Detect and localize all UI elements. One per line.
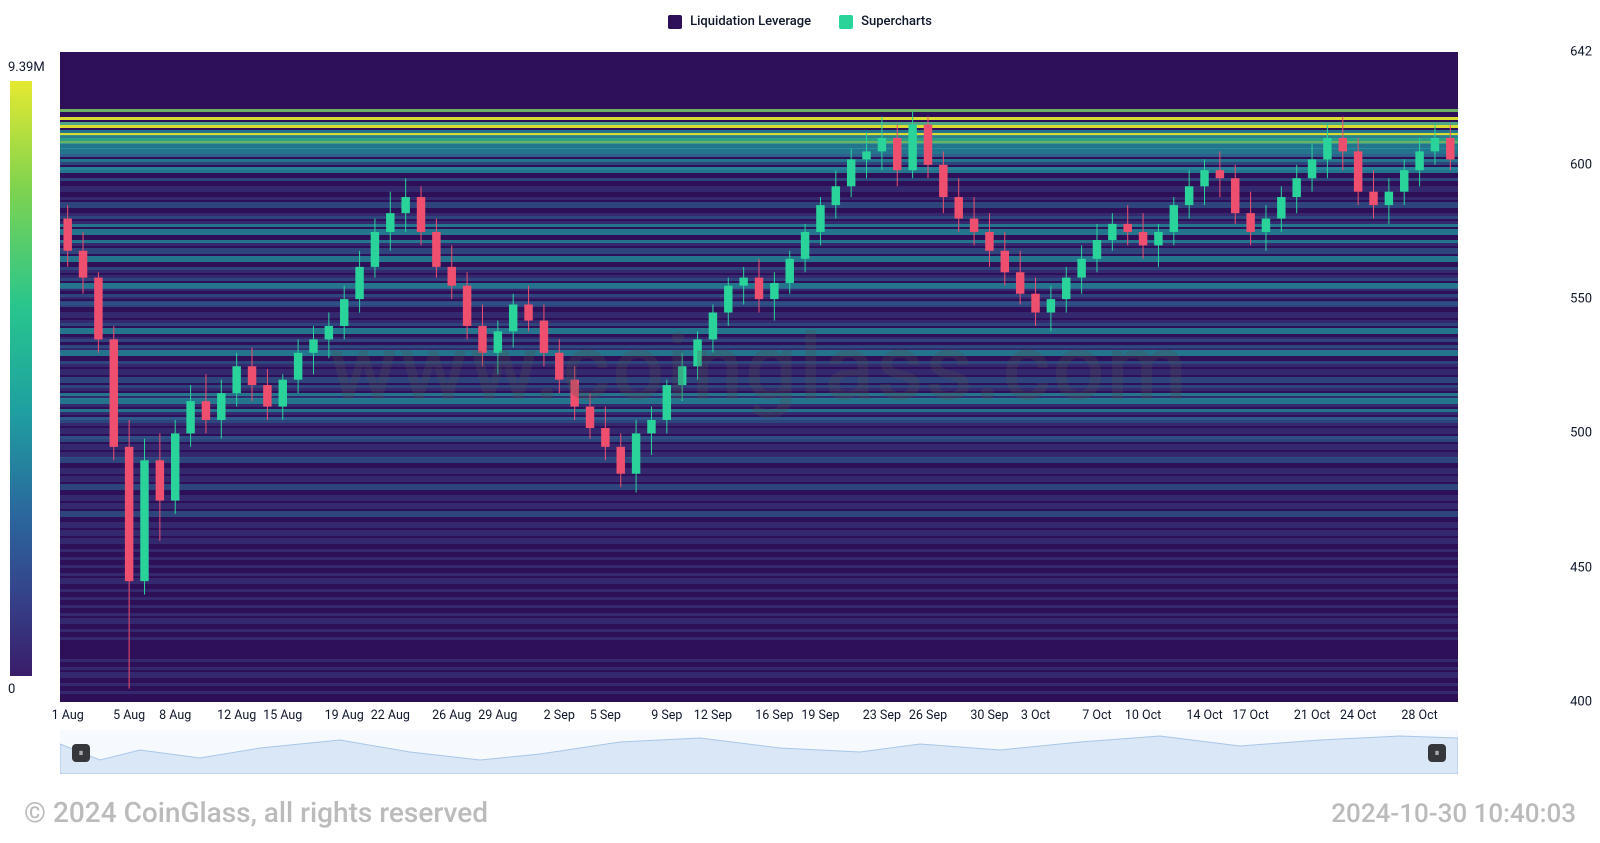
- colorbar-gradient: [10, 81, 32, 676]
- legend: Liquidation Leverage Supercharts: [0, 14, 1600, 29]
- timestamp: 2024-10-30 10:40:03: [1331, 799, 1576, 829]
- x-tick: 19 Sep: [801, 708, 839, 723]
- navigator-sparkline: [60, 730, 1458, 774]
- navigator-handle-right[interactable]: ⏸: [1428, 744, 1446, 762]
- pause-icon: ⏸: [1435, 748, 1440, 759]
- x-tick: 8 Aug: [159, 708, 191, 723]
- x-tick: 21 Oct: [1294, 708, 1330, 723]
- copyright: © 2024 CoinGlass, all rights reserved: [24, 796, 488, 829]
- x-tick: 12 Aug: [217, 708, 256, 723]
- x-tick: 24 Oct: [1340, 708, 1376, 723]
- x-tick: 9 Sep: [651, 708, 682, 723]
- x-tick: 23 Sep: [863, 708, 901, 723]
- colorbar-min: 0: [8, 682, 46, 697]
- legend-swatch-icon: [668, 15, 682, 29]
- date-axis: 1 Aug5 Aug8 Aug12 Aug15 Aug19 Aug22 Aug2…: [60, 702, 1458, 728]
- colorbar-max: 9.39M: [8, 60, 46, 75]
- x-tick: 16 Sep: [755, 708, 793, 723]
- y-tick: 642: [1570, 45, 1592, 60]
- x-tick: 7 Oct: [1082, 708, 1111, 723]
- legend-label: Liquidation Leverage: [690, 14, 811, 29]
- x-tick: 14 Oct: [1186, 708, 1222, 723]
- x-tick: 5 Aug: [113, 708, 145, 723]
- navigator-handle-left[interactable]: ⏸: [72, 744, 90, 762]
- legend-label: Supercharts: [861, 14, 932, 29]
- legend-item-liquidation[interactable]: Liquidation Leverage: [668, 14, 811, 29]
- x-tick: 26 Sep: [909, 708, 947, 723]
- y-tick: 450: [1570, 560, 1592, 575]
- x-tick: 5 Sep: [590, 708, 621, 723]
- x-tick: 17 Oct: [1232, 708, 1268, 723]
- x-tick: 10 Oct: [1125, 708, 1161, 723]
- y-tick: 600: [1570, 157, 1592, 172]
- x-tick: 1 Aug: [52, 708, 84, 723]
- legend-item-supercharts[interactable]: Supercharts: [839, 14, 932, 29]
- x-tick: 30 Sep: [970, 708, 1008, 723]
- x-tick: 12 Sep: [694, 708, 732, 723]
- y-tick: 500: [1570, 426, 1592, 441]
- price-axis: 400450500550600642: [1552, 52, 1600, 702]
- x-tick: 19 Aug: [325, 708, 364, 723]
- x-tick: 29 Aug: [478, 708, 517, 723]
- colorbar: 9.39M 0: [8, 60, 46, 697]
- x-tick: 15 Aug: [263, 708, 302, 723]
- y-tick: 400: [1570, 695, 1592, 710]
- y-tick: 550: [1570, 292, 1592, 307]
- candlestick-overlay: [60, 52, 1458, 702]
- x-tick: 3 Oct: [1021, 708, 1050, 723]
- x-tick: 28 Oct: [1401, 708, 1437, 723]
- legend-swatch-icon: [839, 15, 853, 29]
- navigator[interactable]: ⏸ ⏸: [60, 730, 1458, 774]
- pause-icon: ⏸: [79, 748, 84, 759]
- x-tick: 2 Sep: [544, 708, 575, 723]
- x-tick: 22 Aug: [371, 708, 410, 723]
- page-root: Liquidation Leverage Supercharts 9.39M 0…: [0, 0, 1600, 843]
- chart-area[interactable]: www.coinglass.com: [60, 52, 1458, 702]
- x-tick: 26 Aug: [432, 708, 471, 723]
